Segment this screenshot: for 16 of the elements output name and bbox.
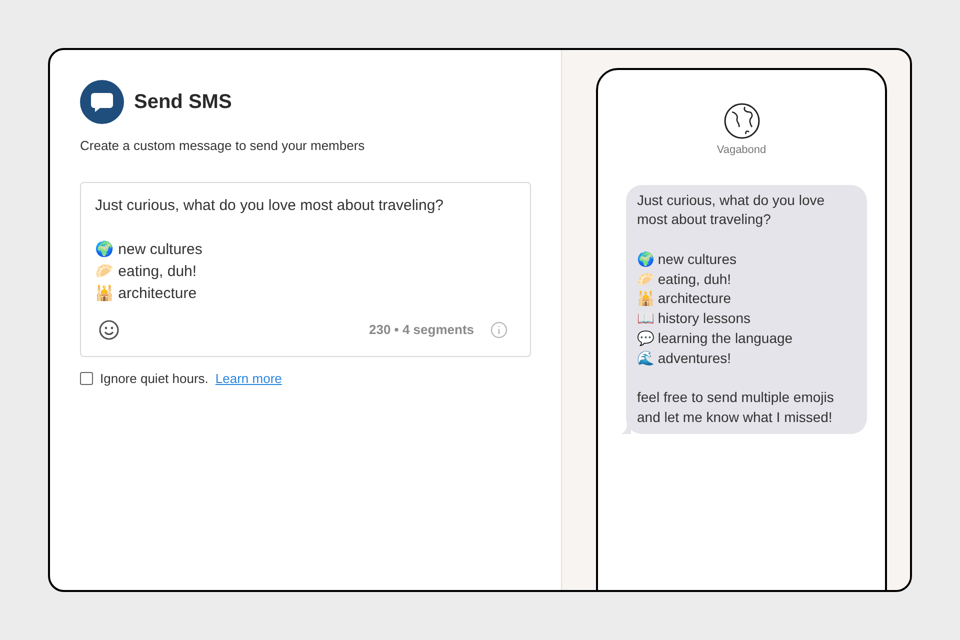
message-paragraph: feel free to send multiple emojis and let me know what I missed! <box>637 388 835 428</box>
message-paragraph: 🌍 new cultures 🥟 eating, duh! 🕌 architecture <box>95 240 204 304</box>
message-field[interactable]: Just curious, what do you love most about traveling? 🌍 new cultures 🥟 eating, duh! 🕌 architecture 230 • 4 segments <box>80 182 531 356</box>
smiley-icon[interactable] <box>98 318 120 340</box>
page-subtitle: Create a custom message to send your members <box>80 137 366 155</box>
message-paragraph: Just curious, what do you love most about traveling? <box>637 190 826 230</box>
globe-icon <box>722 102 760 140</box>
page-title: Send SMS <box>134 90 232 115</box>
message-paragraph: 🌍 new cultures 🥟 eating, duh! 🕌 architecture 📖 history lessons 💬 learning the language 🌊 adventures! <box>637 250 794 368</box>
character-counter: 230 • 4 segments <box>369 320 474 339</box>
message-paragraph: Just curious, what do you love most about traveling? <box>95 196 445 216</box>
sender-name: Vagabond <box>716 143 766 158</box>
chat-bubble-icon <box>80 80 124 124</box>
learn-more-link[interactable]: Learn more <box>215 368 282 388</box>
quiet-hours-label: Ignore quiet hours. <box>100 370 208 388</box>
quiet-hours-checkbox[interactable] <box>80 372 93 385</box>
